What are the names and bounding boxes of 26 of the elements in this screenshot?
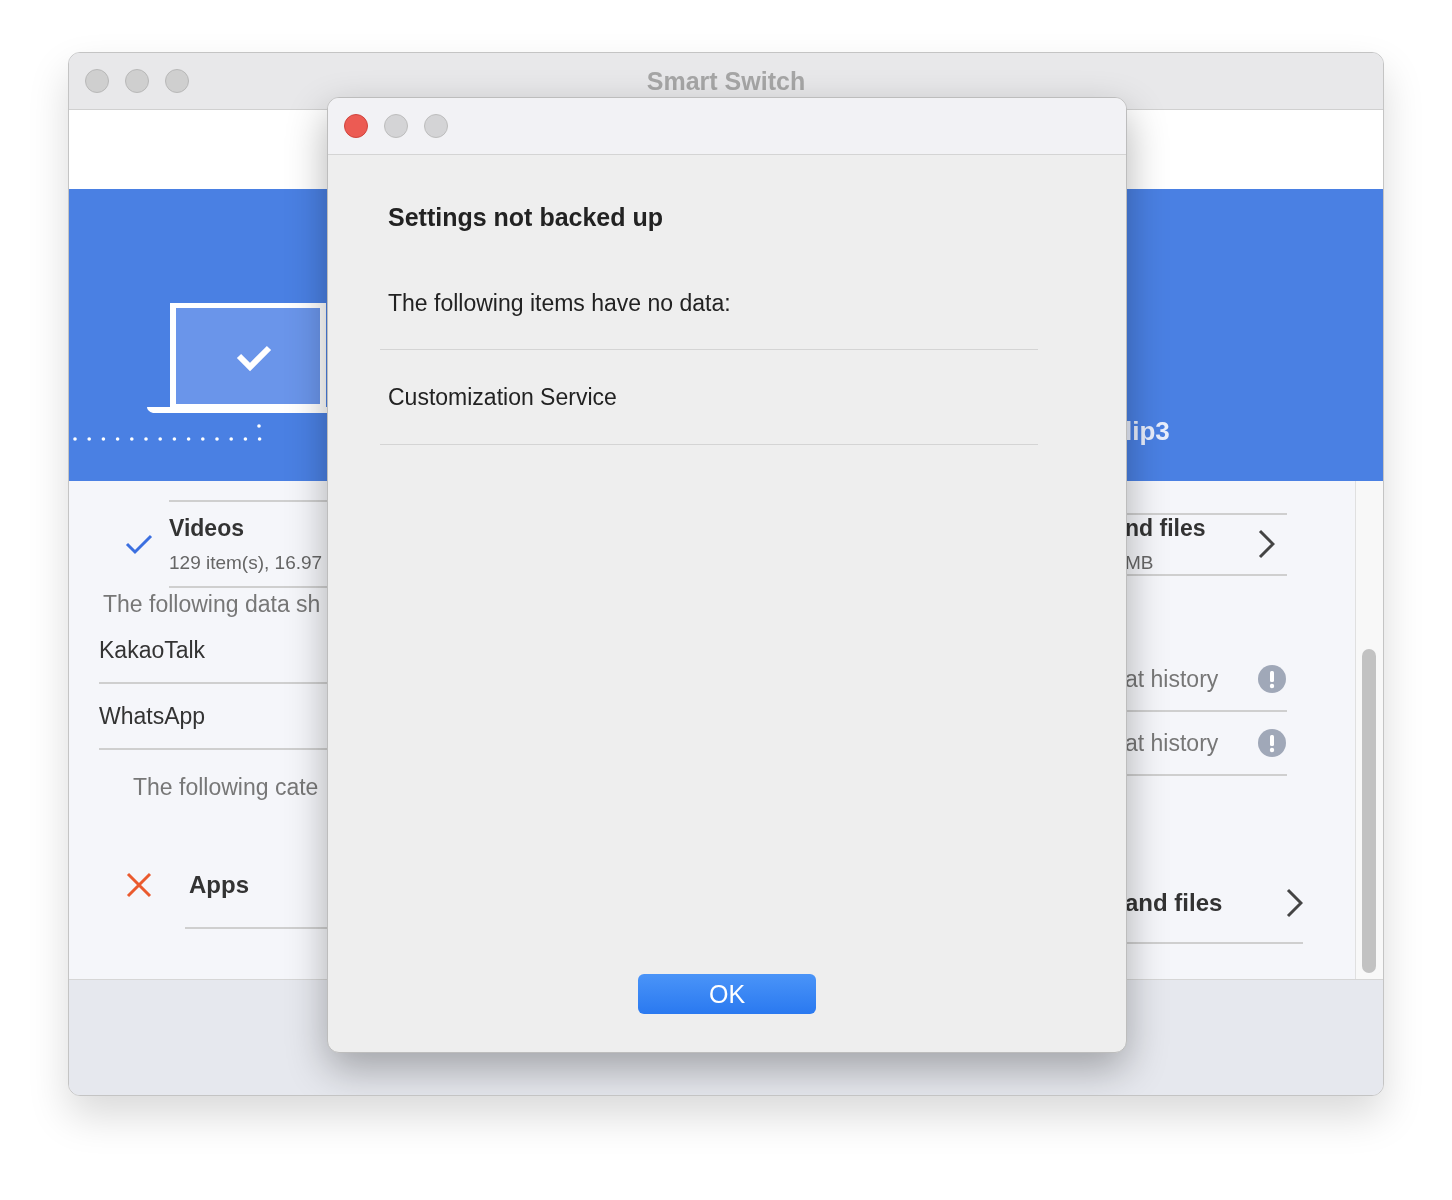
zoom-button[interactable] xyxy=(424,114,448,138)
window-title: Smart Switch xyxy=(646,66,806,96)
category-name: nd files xyxy=(1125,514,1207,542)
zoom-button[interactable] xyxy=(165,69,189,93)
list-item: Customization Service xyxy=(388,383,617,411)
category-detail: 129 item(s), 16.97 xyxy=(169,551,324,574)
close-button[interactable] xyxy=(344,114,368,138)
ok-button[interactable]: OK xyxy=(638,974,816,1014)
device-name: lip3 xyxy=(1125,416,1170,447)
app-name: KakaoTalk xyxy=(99,636,206,664)
minimize-button[interactable] xyxy=(384,114,408,138)
dialog-message: The following items have no data: xyxy=(388,290,732,317)
category-name: Videos xyxy=(169,514,245,542)
scrollbar-thumb[interactable] xyxy=(1362,649,1376,973)
minimize-button[interactable] xyxy=(125,69,149,93)
dialog-title: Settings not backed up xyxy=(388,203,665,232)
app-name: WhatsApp xyxy=(99,702,206,730)
app-detail: at history xyxy=(1125,729,1219,757)
info-text: The following data sh xyxy=(102,590,322,618)
chevron-right-icon[interactable] xyxy=(1285,888,1303,918)
info-text: The following cate xyxy=(132,773,320,801)
chevron-right-icon[interactable] xyxy=(1257,529,1275,559)
close-button[interactable] xyxy=(85,69,109,93)
category-detail: MB xyxy=(1125,551,1155,574)
app-detail: at history xyxy=(1125,665,1219,693)
category-name: and files xyxy=(1125,889,1223,917)
